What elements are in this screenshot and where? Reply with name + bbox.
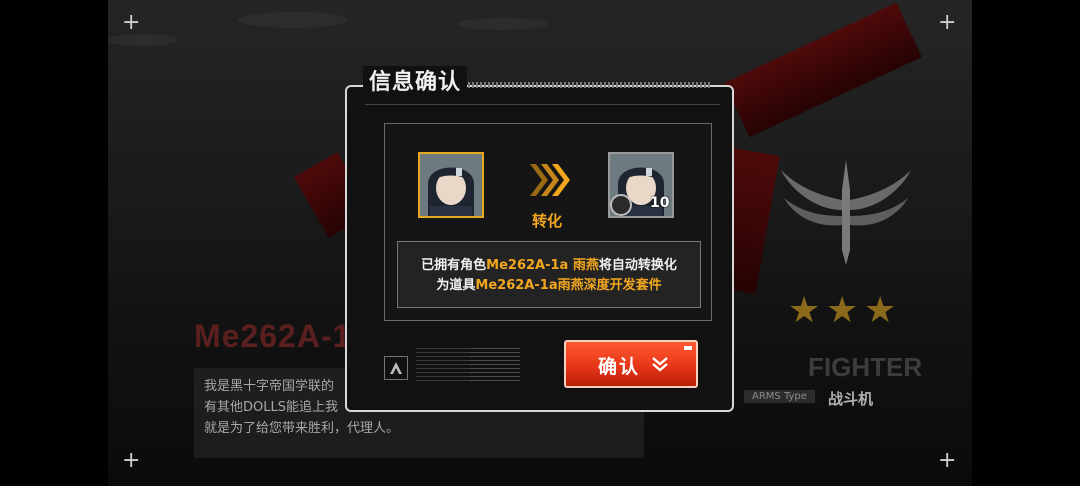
character-portrait	[418, 152, 484, 218]
item-count: 10	[650, 195, 670, 211]
convert-label: 转化	[532, 212, 563, 230]
confirm-button-label: 确认	[598, 356, 641, 378]
corner-plus-icon: +	[938, 448, 957, 473]
fine-print-decoration	[470, 348, 520, 382]
arms-type-tag: ARMS Type	[744, 390, 815, 403]
button-indicator	[684, 346, 692, 350]
corner-plus-icon: +	[938, 10, 957, 35]
message-line-1: 已拥有角色Me262A-1a 雨燕将自动转换化	[421, 258, 677, 273]
rarity-star-icon: ★	[826, 290, 859, 331]
arms-type-title: FIGHTER	[808, 352, 923, 382]
title-decoration	[460, 82, 710, 88]
description-line: 我是黑十字帝国学联的	[204, 379, 335, 394]
description-line: 有其他DOLLS能追上我	[204, 400, 338, 415]
wing-emblem-icon	[781, 160, 911, 265]
corner-plus-icon: +	[122, 448, 141, 473]
character-avatar-icon	[420, 154, 482, 216]
conversion-message: 已拥有角色Me262A-1a 雨燕将自动转换化 为道具Me262A-1a雨燕深度…	[397, 256, 701, 296]
confirm-button[interactable]: 确认	[564, 340, 698, 388]
chevrons-right-icon	[530, 164, 570, 196]
arms-type-value: 战斗机	[828, 390, 874, 408]
character-description: 我是黑十字帝国学联的 有其他DOLLS能追上我 就是为了给您带来胜利，代理人。	[204, 376, 399, 439]
brand-logo-icon	[384, 356, 408, 380]
item-highlight: Me262A-1a雨燕深度开发套件	[475, 278, 662, 293]
corner-plus-icon: +	[122, 10, 141, 35]
character-name: Me262A-1	[194, 318, 352, 354]
dialog-title-box: 信息确认	[363, 66, 468, 100]
chevron-down-icon	[652, 357, 668, 372]
rarity-star-icon: ★	[864, 290, 897, 331]
dialog-divider	[365, 104, 720, 121]
rarity-star-icon: ★	[788, 290, 821, 331]
message-line-2: 为道具Me262A-1a雨燕深度开发套件	[436, 278, 662, 293]
gear-icon	[610, 194, 632, 216]
character-highlight: Me262A-1a 雨燕	[486, 258, 599, 273]
description-line: 就是为了给您带来胜利，代理人。	[204, 421, 400, 436]
dialog-title: 信息确认	[369, 70, 462, 95]
